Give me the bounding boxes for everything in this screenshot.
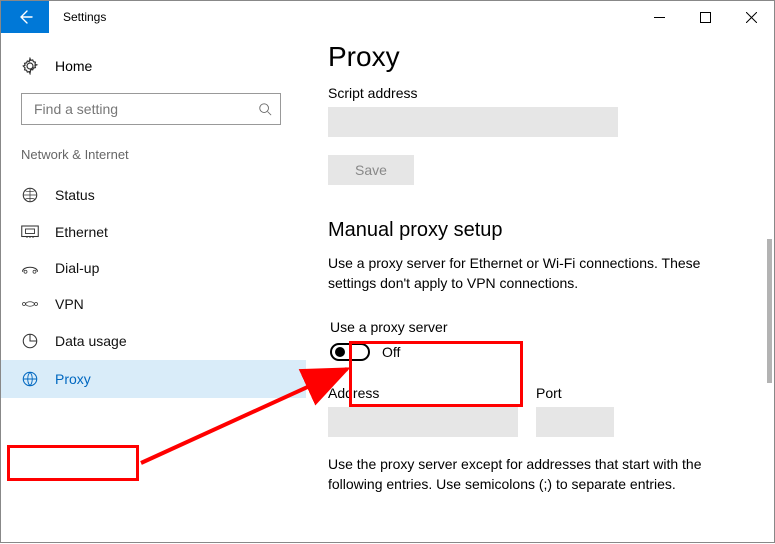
minimize-button[interactable]: [636, 1, 682, 33]
manual-proxy-heading: Manual proxy setup: [328, 219, 746, 242]
sidebar-item-label: Status: [55, 187, 95, 203]
toggle-state: Off: [382, 344, 400, 360]
sidebar-item-label: Data usage: [55, 333, 127, 349]
scrollbar-thumb[interactable]: [767, 239, 772, 383]
except-desc: Use the proxy server except for addresse…: [328, 455, 728, 494]
sidebar-item-ethernet[interactable]: Ethernet: [1, 214, 306, 250]
sidebar: Home Network & Internet Status Ethernet: [1, 33, 306, 542]
titlebar: Settings: [1, 1, 774, 33]
sidebar-item-label: VPN: [55, 296, 84, 312]
vpn-icon: [21, 297, 39, 311]
search-input[interactable]: [21, 93, 281, 125]
address-input[interactable]: [328, 407, 518, 437]
sidebar-item-status[interactable]: Status: [1, 176, 306, 214]
save-button[interactable]: Save: [328, 155, 414, 185]
script-address-input[interactable]: [328, 107, 618, 137]
arrow-left-icon: [17, 9, 33, 25]
sidebar-item-proxy[interactable]: Proxy: [1, 360, 306, 398]
minimize-icon: [654, 12, 665, 23]
manual-proxy-desc: Use a proxy server for Ethernet or Wi-Fi…: [328, 254, 728, 293]
maximize-button[interactable]: [682, 1, 728, 33]
close-button[interactable]: [728, 1, 774, 33]
sidebar-home-label: Home: [55, 58, 92, 74]
globe-icon: [21, 370, 39, 388]
sidebar-item-label: Proxy: [55, 371, 91, 387]
sidebar-category: Network & Internet: [1, 147, 306, 176]
script-address-label: Script address: [328, 85, 746, 101]
search-field[interactable]: [32, 100, 258, 118]
use-proxy-block: Use a proxy server Off: [328, 309, 502, 371]
page-title: Proxy: [328, 41, 746, 73]
search-icon: [258, 102, 272, 116]
close-icon: [746, 12, 757, 23]
window-title: Settings: [49, 1, 120, 33]
sidebar-item-dialup[interactable]: Dial-up: [1, 250, 306, 286]
port-input[interactable]: [536, 407, 614, 437]
use-proxy-toggle[interactable]: [330, 343, 370, 361]
sidebar-item-label: Dial-up: [55, 260, 99, 276]
main-panel: Proxy Script address Save Manual proxy s…: [306, 33, 774, 542]
back-button[interactable]: [1, 1, 49, 33]
scrollbar[interactable]: [758, 33, 774, 542]
port-label: Port: [536, 385, 614, 401]
address-label: Address: [328, 385, 518, 401]
sidebar-item-label: Ethernet: [55, 224, 108, 240]
gear-icon: [21, 57, 39, 75]
ethernet-icon: [21, 225, 39, 239]
sidebar-item-datausage[interactable]: Data usage: [1, 322, 306, 360]
maximize-icon: [700, 12, 711, 23]
sidebar-item-vpn[interactable]: VPN: [1, 286, 306, 322]
datausage-icon: [21, 332, 39, 350]
status-icon: [21, 186, 39, 204]
dialup-icon: [21, 261, 39, 275]
use-proxy-label: Use a proxy server: [330, 319, 490, 335]
sidebar-home[interactable]: Home: [1, 53, 306, 93]
